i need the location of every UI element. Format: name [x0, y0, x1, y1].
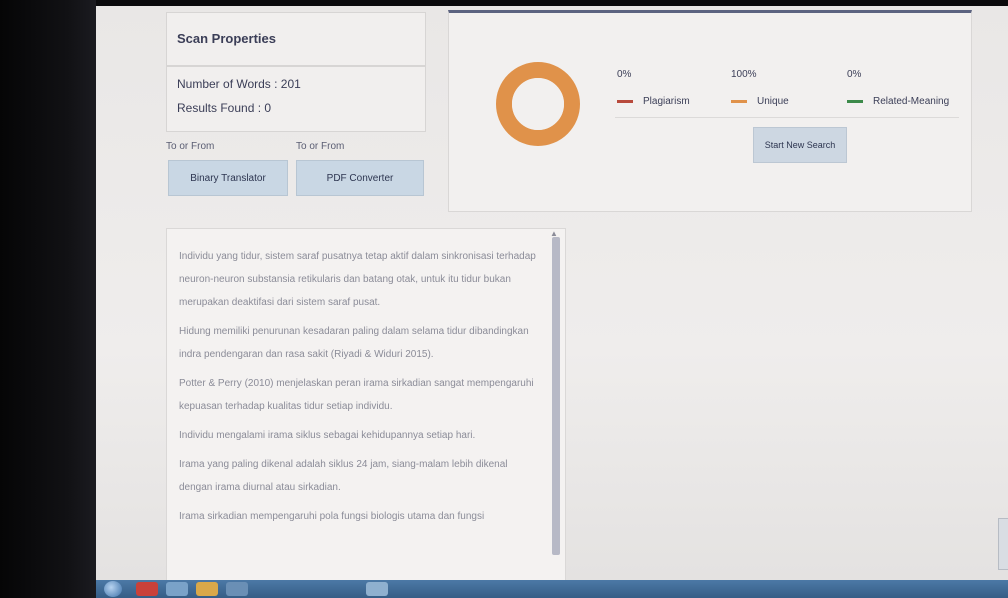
windows-taskbar: [96, 580, 1008, 598]
scroll-thumb[interactable]: [552, 237, 560, 555]
related-legend-swatch: [847, 100, 863, 103]
text-paragraph: Hidung memiliki penurunan kesadaran pali…: [179, 326, 529, 360]
text-paragraph: Individu yang tidur, sistem saraf pusatn…: [179, 251, 536, 308]
taskbar-app-icon[interactable]: [226, 582, 248, 596]
scan-stats-card: Number of Words : 201 Results Found : 0: [166, 66, 426, 132]
text-paragraph: Individu mengalami irama siklus sebagai …: [179, 430, 476, 441]
unique-legend-swatch: [731, 100, 747, 103]
result-donut-chart: [496, 62, 580, 146]
taskbar-app-icon[interactable]: [366, 582, 388, 596]
results-panel: 0% Plagiarism 100% Unique 0% Related-Mea…: [448, 10, 972, 212]
metric-related: 0% Related-Meaning: [847, 69, 949, 107]
tool-label-binary: To or From: [166, 141, 215, 152]
metric-plagiarism-percent: 0%: [617, 69, 632, 80]
scan-properties-title: Scan Properties: [177, 31, 276, 46]
results-found: Results Found : 0: [177, 101, 272, 115]
word-count: Number of Words : 201: [177, 77, 301, 91]
plagiarism-legend-swatch: [617, 100, 633, 103]
donut-hole: [512, 78, 564, 130]
text-paragraph: Potter & Perry (2010) menjelaskan peran …: [179, 378, 534, 412]
results-divider: [615, 117, 959, 118]
tool-label-pdf: To or From: [296, 141, 345, 152]
metric-plagiarism-label: Plagiarism: [643, 96, 690, 107]
side-feedback-tab[interactable]: [998, 518, 1008, 570]
browser-viewport: Scan Properties Number of Words : 201 Re…: [96, 6, 1008, 580]
start-new-search-button[interactable]: Start New Search: [753, 127, 847, 163]
scan-properties-card: Scan Properties: [166, 12, 426, 66]
text-paragraph: Irama yang paling dikenal adalah siklus …: [179, 459, 508, 493]
metric-unique-percent: 100%: [731, 69, 757, 80]
metric-related-label: Related-Meaning: [873, 96, 950, 107]
submitted-text-panel: Individu yang tidur, sistem saraf pusatn…: [166, 228, 566, 580]
pdf-converter-button[interactable]: PDF Converter: [296, 160, 424, 196]
taskbar-app-icon[interactable]: [136, 582, 158, 596]
monitor-bezel-left: [0, 0, 96, 598]
taskbar-folder-icon[interactable]: [196, 582, 218, 596]
taskbar-app-icon[interactable]: [166, 582, 188, 596]
text-paragraph: Irama sirkadian mempengaruhi pola fungsi…: [179, 511, 485, 522]
metric-plagiarism: 0% Plagiarism: [617, 69, 690, 107]
metric-unique: 100% Unique: [731, 69, 789, 107]
binary-translator-button[interactable]: Binary Translator: [168, 160, 288, 196]
metric-unique-label: Unique: [757, 96, 789, 107]
start-button-icon[interactable]: [104, 581, 122, 597]
text-scrollbar[interactable]: ▲: [550, 229, 562, 555]
submitted-text: Individu yang tidur, sistem saraf pusatn…: [179, 245, 539, 534]
metric-related-percent: 0%: [847, 69, 862, 80]
